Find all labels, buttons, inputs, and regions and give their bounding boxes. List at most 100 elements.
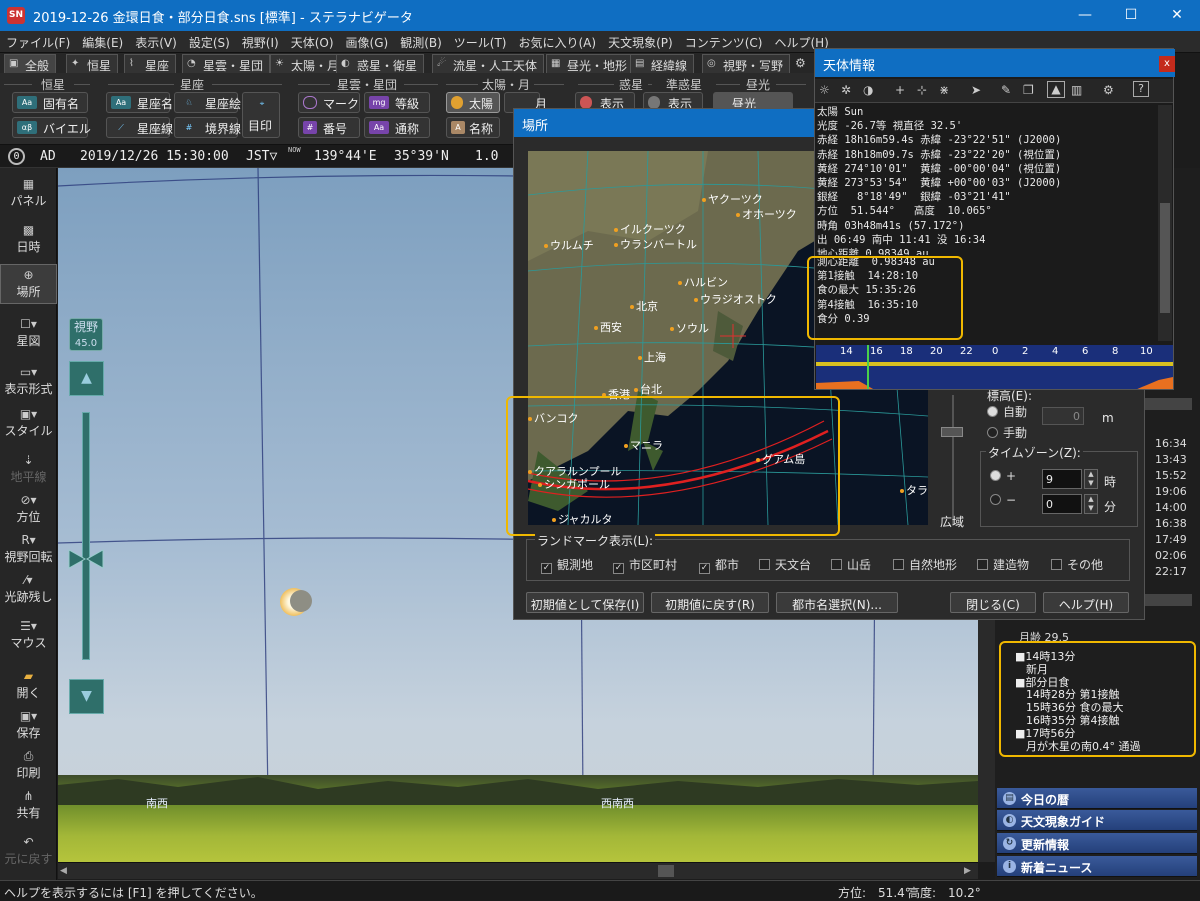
menu-view[interactable]: 表示(V) <box>129 31 183 51</box>
tab-grid[interactable]: ▤ 経緯線 <box>630 54 695 73</box>
current-time-marker[interactable] <box>867 345 869 389</box>
crosshair-minus-icon[interactable]: ⋇ <box>939 83 949 97</box>
sun-button[interactable]: 太陽 <box>446 92 500 113</box>
reset-default-button[interactable]: 初期値に戻す(R) <box>651 592 769 613</box>
undo-button[interactable]: ↶ 元に戻す <box>0 832 57 872</box>
nav-news[interactable]: i 新着ニュース <box>997 856 1197 877</box>
tz-plus-radio[interactable]: + <box>990 469 1016 483</box>
nav-today-calendar[interactable]: ▤ 今日の暦 <box>997 788 1197 809</box>
nav-phenomena-guide[interactable]: ◐ 天文現象ガイド <box>997 810 1197 831</box>
landmark-checkbox[interactable]: 自然地形 <box>893 556 957 573</box>
proper-name-button[interactable]: Aa 固有名 <box>12 92 88 113</box>
name-button[interactable]: A 名称 <box>446 117 500 138</box>
direction-button[interactable]: ⊘▾ 方位 <box>0 490 57 530</box>
crosshair-plus-icon[interactable]: ⊹ <box>917 83 927 97</box>
tab-planets[interactable]: ◐ 惑星・衛星 <box>336 54 425 73</box>
day-timeline[interactable]: 14 16 18 20 22 0 2 4 6 8 10 <box>816 345 1173 389</box>
city-label[interactable]: オホーツク <box>736 206 797 222</box>
datetime-button[interactable]: ▩ 日時 <box>0 220 57 260</box>
landmark-checkbox[interactable]: ✓ 市区町村 <box>613 556 677 574</box>
mouse-button[interactable]: ☰▾ マウス <box>0 616 57 656</box>
city-label[interactable]: ソウル <box>670 320 709 336</box>
zoom-in-arrow-icon[interactable]: ▲ <box>69 361 104 396</box>
tab-constellations[interactable]: ⌇ 星座 <box>124 54 177 73</box>
landmark-checkbox[interactable]: 建造物 <box>977 556 1029 573</box>
info-icon[interactable]: 0 <box>8 148 25 165</box>
city-label[interactable]: 上海 <box>638 349 666 365</box>
open-button[interactable]: ▰ 開く <box>0 666 57 706</box>
tz-minutes-input[interactable]: 0 <box>1042 494 1082 514</box>
dialog-close-button[interactable]: 閉じる(C) <box>950 592 1036 613</box>
landmark-checkbox[interactable]: 山岳 <box>831 556 871 573</box>
close-button[interactable]: ✕ <box>1154 0 1200 31</box>
city-label[interactable]: イルクーツク <box>614 221 686 237</box>
help-icon[interactable]: ? <box>1133 81 1149 97</box>
image-icon[interactable]: ▲ <box>1047 81 1065 98</box>
boundary-button[interactable]: # 境界線 <box>174 117 241 138</box>
common-name-button[interactable]: Aa 通称 <box>364 117 430 138</box>
landmark-checkbox[interactable]: 天文台 <box>759 556 811 573</box>
mark-button[interactable]: マーク <box>298 92 360 113</box>
city-label[interactable]: タラワ <box>900 482 928 498</box>
tab-stars[interactable]: ✦ 恒星 <box>66 54 119 73</box>
magnitude-button[interactable]: mg 等級 <box>364 92 430 113</box>
now-button[interactable]: NOW <box>288 146 301 154</box>
menu-observe[interactable]: 観測(B) <box>394 31 448 51</box>
style-button[interactable]: ▣▾ スタイル <box>0 404 57 444</box>
maximize-button[interactable]: ☐ <box>1108 0 1154 31</box>
trail-button[interactable]: ⁄▾ 光跡残し <box>0 570 57 610</box>
save-button[interactable]: ▣▾ 保存 <box>0 706 57 746</box>
tab-meteors[interactable]: ☄ 流星・人工天体 <box>432 54 545 73</box>
city-label[interactable]: ウルムチ <box>544 237 594 253</box>
bayer-button[interactable]: αβ バイエル <box>12 117 91 138</box>
star-icon[interactable]: ✲ <box>841 83 851 97</box>
horizon-button[interactable]: ⇣ 地平線 <box>0 450 57 490</box>
constellation-name-button[interactable]: Aa 星座名 <box>106 92 173 113</box>
tab-sun-moon[interactable]: ☀ 太陽・月 <box>270 54 347 73</box>
zoom-slider-handle[interactable] <box>67 548 105 570</box>
tab-nebulae[interactable]: ◔ 星雲・星団 <box>182 54 271 73</box>
city-label[interactable]: ヤクーツク <box>702 191 763 207</box>
tab-fov[interactable]: ◎ 視野・写野 <box>702 54 791 73</box>
share-button[interactable]: ⋔ 共有 <box>0 786 57 826</box>
star-chart-button[interactable]: ☐▾ 星図 <box>0 314 57 354</box>
scroll-thumb[interactable] <box>658 865 674 877</box>
tz-minutes-spinner[interactable]: ▲ ▼ <box>1084 494 1098 514</box>
menu-object[interactable]: 天体(O) <box>285 31 340 51</box>
menu-fov[interactable]: 視野(I) <box>236 31 285 51</box>
menu-favorites[interactable]: お気に入り(A) <box>513 31 603 51</box>
minimize-button[interactable]: — <box>1062 0 1108 31</box>
elevation-auto-radio[interactable]: 自動 <box>987 403 1027 420</box>
menu-image[interactable]: 画像(G) <box>340 31 395 51</box>
menu-edit[interactable]: 編集(E) <box>76 31 129 51</box>
scroll-right-icon[interactable]: ▶ <box>964 866 971 876</box>
place-button[interactable]: ⊕ 場所 <box>0 264 57 304</box>
landmark-checkbox[interactable]: ✓ 観測地 <box>541 556 593 574</box>
map-zoom-thumb[interactable] <box>941 427 963 437</box>
view-rotate-button[interactable]: R▾ 視野回転 <box>0 530 57 570</box>
constellation-art-button[interactable]: ♘ 星座絵 <box>174 92 241 113</box>
tz-hours-spinner[interactable]: ▲ ▼ <box>1084 469 1098 489</box>
scroll-left-icon[interactable]: ◀ <box>60 866 67 876</box>
zoom-slider-track[interactable] <box>82 412 90 660</box>
pencil-icon[interactable]: ✎ <box>1001 83 1011 97</box>
menu-settings[interactable]: 設定(S) <box>183 31 236 51</box>
city-label[interactable]: 台北 <box>634 381 662 397</box>
sun-icon[interactable]: ☼ <box>819 83 830 97</box>
crosshair-icon[interactable]: + <box>895 83 905 97</box>
panel-icon[interactable]: ▥ <box>1071 83 1082 97</box>
tab-general[interactable]: ▣ 全般 <box>4 54 57 73</box>
city-label[interactable]: 西安 <box>594 319 622 335</box>
landmark-checkbox[interactable]: その他 <box>1051 556 1103 573</box>
seal-button[interactable]: ⌖ 目印 <box>242 92 280 138</box>
panel-button[interactable]: ▦ パネル <box>0 174 57 214</box>
menu-phenomena[interactable]: 天文現象(P) <box>602 31 679 51</box>
nav-update-info[interactable]: ↻ 更新情報 <box>997 833 1197 854</box>
city-label[interactable]: 北京 <box>630 298 658 314</box>
save-default-button[interactable]: 初期値として保存(I) <box>526 592 644 613</box>
menu-tools[interactable]: ツール(T) <box>448 31 513 51</box>
elevation-input[interactable]: 0 <box>1042 407 1084 425</box>
info-scrollbar[interactable] <box>1158 105 1172 341</box>
city-label[interactable]: ウラジオストク <box>694 291 777 307</box>
menu-contents[interactable]: コンテンツ(C) <box>679 31 769 51</box>
